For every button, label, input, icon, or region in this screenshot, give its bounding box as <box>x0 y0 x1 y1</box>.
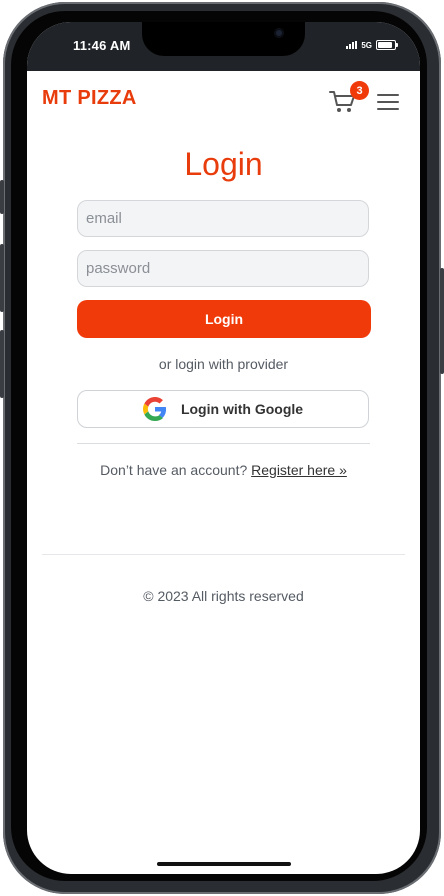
cart-button[interactable]: 3 <box>329 81 369 115</box>
home-indicator <box>157 862 291 866</box>
register-prompt: Don’t have an account? <box>100 462 248 478</box>
footer-divider <box>42 554 405 555</box>
mute-switch <box>0 180 4 214</box>
volume-up-button <box>0 244 4 312</box>
screen: 11:46 AM 5G MT PIZZA 3 Login Login <box>27 22 420 874</box>
network-label: 5G <box>361 40 372 50</box>
signal-icon <box>346 41 358 49</box>
hamburger-menu-button[interactable] <box>377 94 399 110</box>
google-button-label: Login with Google <box>180 401 304 417</box>
google-icon <box>142 397 167 421</box>
footer-text: © 2023 All rights reserved <box>143 588 304 604</box>
battery-icon <box>376 40 398 50</box>
front-camera <box>274 28 284 38</box>
app-header: MT PIZZA 3 <box>27 71 420 131</box>
status-indicators: 5G <box>346 40 398 50</box>
register-row: Don’t have an account? Register here » <box>27 462 420 478</box>
page-title: Login <box>184 146 263 182</box>
status-bar: 11:46 AM 5G <box>27 22 420 71</box>
email-input[interactable] <box>77 200 369 237</box>
brand-logo[interactable]: MT PIZZA <box>42 87 137 110</box>
provider-text: or login with provider <box>158 356 289 372</box>
status-time: 11:46 AM <box>73 38 131 53</box>
login-with-google-button[interactable]: Login with Google <box>77 390 369 428</box>
notch <box>142 22 305 56</box>
volume-down-button <box>0 330 4 398</box>
cart-count-badge: 3 <box>350 81 369 100</box>
divider <box>77 443 370 444</box>
power-button <box>440 268 444 374</box>
register-link[interactable]: Register here » <box>251 462 347 478</box>
login-button[interactable]: Login <box>77 300 371 338</box>
password-input[interactable] <box>77 250 369 287</box>
